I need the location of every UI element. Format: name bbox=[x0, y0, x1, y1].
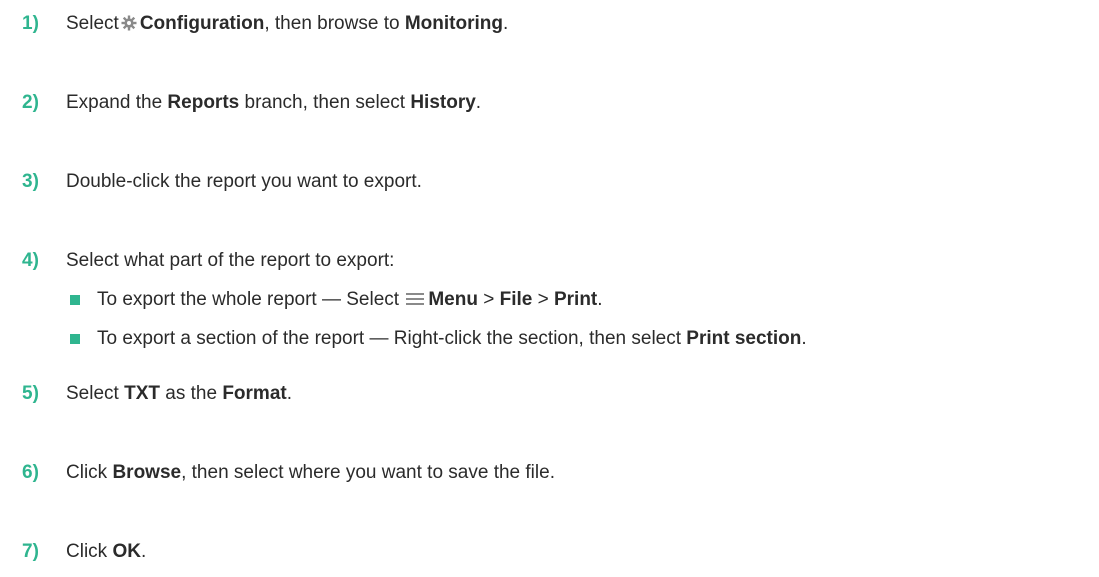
step-text-mid: as the bbox=[159, 383, 223, 404]
step-text-before: Click bbox=[66, 541, 113, 562]
square-bullet bbox=[70, 295, 80, 305]
menu-label: Menu bbox=[428, 289, 478, 310]
step-number: 2) bbox=[22, 92, 39, 113]
step-text: Click Browse, then select where you want… bbox=[66, 460, 555, 486]
sub-item-text: To export the whole report — Select Menu… bbox=[97, 287, 603, 313]
step-text-after: . bbox=[475, 92, 482, 113]
step-text: Expand the Reports branch, then select H… bbox=[66, 90, 481, 116]
step-number: 4) bbox=[22, 250, 39, 271]
instruction-steps: 1) Select Configuration, then browse to M… bbox=[0, 0, 1099, 577]
step-text: Double-click the report you want to expo… bbox=[66, 171, 422, 192]
menu-icon bbox=[406, 288, 425, 305]
reports-label: Reports bbox=[167, 92, 240, 113]
browse-label: Browse bbox=[112, 462, 182, 483]
step-text: Click OK. bbox=[66, 539, 146, 565]
format-label: Format bbox=[222, 383, 287, 404]
separator: > bbox=[477, 289, 500, 310]
sub-text-after: . bbox=[801, 328, 807, 349]
step-number: 5) bbox=[22, 383, 39, 404]
file-label: File bbox=[499, 289, 533, 310]
history-label: History bbox=[410, 92, 476, 113]
step-number: 1) bbox=[22, 13, 39, 34]
configuration-label: Configuration bbox=[139, 13, 265, 34]
print-label: Print bbox=[553, 289, 598, 310]
gear-icon bbox=[121, 13, 137, 31]
step-number: 3) bbox=[22, 171, 39, 192]
step-number: 7) bbox=[22, 541, 39, 562]
step-text-before: Select bbox=[66, 383, 125, 404]
sub-text-before: To export the whole report — Select bbox=[97, 289, 405, 310]
step-text: Select Configuration, then browse to Moni… bbox=[66, 11, 508, 37]
step-text-after: . bbox=[502, 13, 509, 34]
step-text: Select what part of the report to export… bbox=[66, 250, 395, 271]
step-text-mid: , then browse to bbox=[264, 13, 405, 34]
separator: > bbox=[532, 289, 554, 310]
step-number: 6) bbox=[22, 462, 39, 483]
step-text-after: , then select where you want to save the… bbox=[181, 462, 555, 483]
sub-text-after: . bbox=[597, 289, 603, 310]
ok-label: OK bbox=[112, 541, 141, 562]
print-section-label: Print section bbox=[686, 328, 802, 349]
step-text-before: Click bbox=[66, 462, 113, 483]
step-text-mid: branch, then select bbox=[239, 92, 411, 113]
step-text-after: . bbox=[140, 541, 147, 562]
monitoring-label: Monitoring bbox=[404, 13, 503, 34]
sub-item-text: To export a section of the report — Righ… bbox=[97, 326, 807, 352]
sub-text-before: To export a section of the report — Righ… bbox=[97, 328, 687, 349]
txt-label: TXT bbox=[124, 383, 160, 404]
square-bullet bbox=[70, 334, 80, 344]
step-text-before: Expand the bbox=[66, 92, 168, 113]
step-text-after: . bbox=[286, 383, 292, 404]
step-text: Select TXT as the Format. bbox=[66, 381, 292, 407]
step-text-before: Select bbox=[66, 13, 119, 34]
